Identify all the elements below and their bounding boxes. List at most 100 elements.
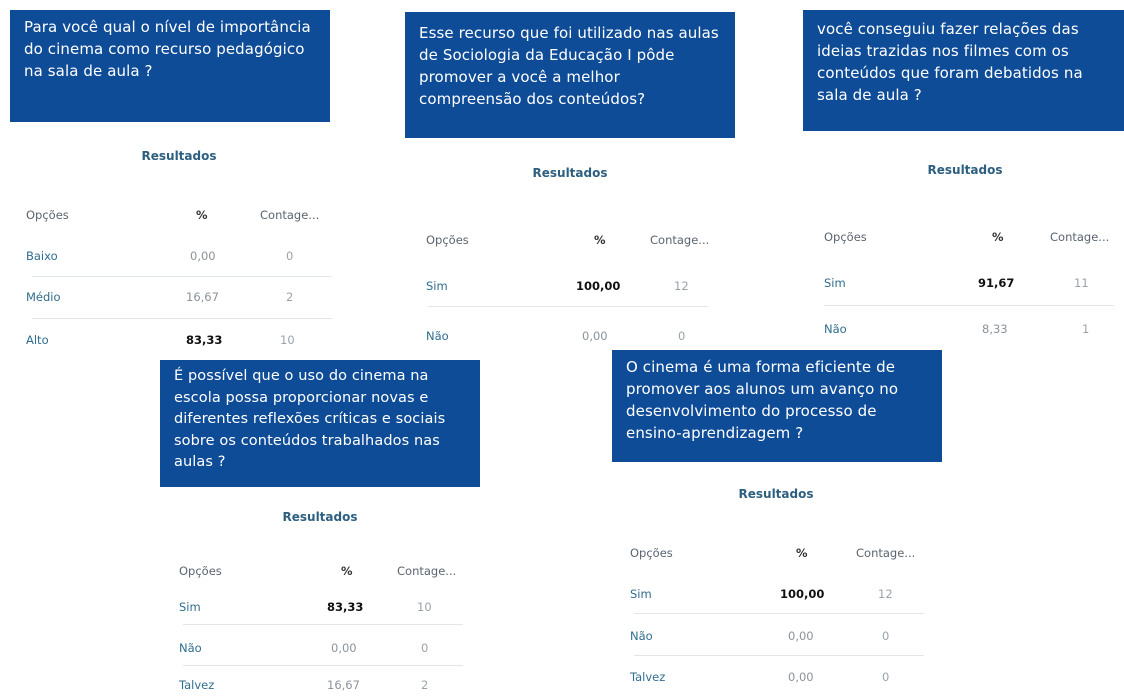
percent-value: 83,33 bbox=[186, 333, 223, 347]
results-title: Resultados bbox=[282, 510, 358, 524]
row-divider bbox=[824, 305, 1114, 306]
option-label: Talvez bbox=[630, 670, 666, 684]
header-count: Contage... bbox=[260, 208, 320, 222]
results-title: Resultados bbox=[738, 487, 814, 501]
header-percent: % bbox=[992, 230, 1004, 244]
percent-value: 91,67 bbox=[978, 276, 1015, 290]
table-row: Médio 16,67 2 bbox=[14, 290, 344, 310]
percent-value: 0,00 bbox=[788, 629, 814, 643]
header-count: Contage... bbox=[856, 546, 916, 560]
question-text: você conseguiu fazer relações das ideias… bbox=[817, 20, 1083, 104]
table-row: Alto 83,33 10 bbox=[14, 333, 344, 353]
option-label: Não bbox=[426, 329, 449, 343]
percent-value: 0,00 bbox=[190, 249, 216, 263]
option-label: Talvez bbox=[179, 678, 215, 692]
count-value: 12 bbox=[878, 587, 893, 601]
percent-value: 16,67 bbox=[186, 290, 219, 304]
table-header: Opções % Contage... bbox=[616, 546, 936, 566]
header-options: Opções bbox=[426, 233, 469, 247]
results-table: Resultados Opções % Contage... Baixo 0,0… bbox=[14, 125, 344, 360]
count-value: 0 bbox=[286, 249, 294, 263]
option-label: Não bbox=[630, 629, 653, 643]
table-header: Opções % Contage... bbox=[165, 564, 475, 584]
count-value: 2 bbox=[421, 678, 429, 692]
count-value: 10 bbox=[417, 600, 432, 614]
percent-value: 0,00 bbox=[331, 641, 357, 655]
table-row: Não 0,00 0 bbox=[165, 641, 475, 661]
results-table: Resultados Opções % Contage... Sim 100,0… bbox=[410, 140, 730, 350]
row-divider bbox=[634, 613, 924, 614]
question-box: O cinema é uma forma eficiente de promov… bbox=[612, 350, 942, 462]
row-divider bbox=[183, 624, 463, 625]
count-value: 12 bbox=[674, 279, 689, 293]
table-row: Talvez 16,67 2 bbox=[165, 678, 475, 698]
count-value: 2 bbox=[286, 290, 294, 304]
percent-value: 16,67 bbox=[327, 678, 360, 692]
row-divider bbox=[183, 665, 463, 666]
question-box: você conseguiu fazer relações das ideias… bbox=[803, 10, 1124, 131]
percent-value: 0,00 bbox=[788, 670, 814, 684]
question-box: É possível que o uso do cinema na escola… bbox=[160, 360, 480, 487]
header-count: Contage... bbox=[650, 233, 710, 247]
count-value: 0 bbox=[678, 329, 686, 343]
header-options: Opções bbox=[630, 546, 673, 560]
row-divider bbox=[32, 318, 332, 319]
table-row: Sim 83,33 10 bbox=[165, 600, 475, 620]
table-row: Sim 100,00 12 bbox=[410, 279, 730, 299]
table-row: Não 8,33 1 bbox=[806, 322, 1124, 342]
option-label: Sim bbox=[630, 587, 652, 601]
results-table: Resultados Opções % Contage... Sim 91,67… bbox=[806, 133, 1124, 348]
question-text: Esse recurso que foi utilizado nas aulas… bbox=[419, 24, 719, 108]
table-header: Opções % Contage... bbox=[14, 208, 344, 228]
header-percent: % bbox=[341, 564, 353, 578]
header-options: Opções bbox=[179, 564, 222, 578]
count-value: 11 bbox=[1074, 276, 1089, 290]
option-label: Não bbox=[824, 322, 847, 336]
header-percent: % bbox=[196, 208, 208, 222]
header-percent: % bbox=[594, 233, 606, 247]
option-label: Sim bbox=[426, 279, 448, 293]
header-options: Opções bbox=[26, 208, 69, 222]
percent-value: 83,33 bbox=[327, 600, 364, 614]
row-divider bbox=[428, 306, 708, 307]
count-value: 10 bbox=[280, 333, 295, 347]
count-value: 0 bbox=[882, 629, 890, 643]
percent-value: 8,33 bbox=[982, 322, 1008, 336]
table-row: Sim 91,67 11 bbox=[806, 276, 1124, 296]
table-row: Baixo 0,00 0 bbox=[14, 249, 344, 269]
count-value: 0 bbox=[882, 670, 890, 684]
results-table: Resultados Opções % Contage... Sim 100,0… bbox=[616, 463, 936, 693]
row-divider bbox=[32, 276, 332, 277]
question-box: Esse recurso que foi utilizado nas aulas… bbox=[405, 12, 735, 138]
table-row: Sim 100,00 12 bbox=[616, 587, 936, 607]
header-percent: % bbox=[796, 546, 808, 560]
percent-value: 0,00 bbox=[582, 329, 608, 343]
table-row: Não 0,00 0 bbox=[616, 629, 936, 649]
table-row: Talvez 0,00 0 bbox=[616, 670, 936, 690]
header-options: Opções bbox=[824, 230, 867, 244]
question-text: É possível que o uso do cinema na escola… bbox=[174, 368, 446, 470]
option-label: Baixo bbox=[26, 249, 58, 263]
header-count: Contage... bbox=[1050, 230, 1110, 244]
option-label: Sim bbox=[179, 600, 201, 614]
question-box: Para você qual o nível de importância do… bbox=[10, 10, 330, 122]
table-header: Opções % Contage... bbox=[806, 230, 1124, 250]
option-label: Alto bbox=[26, 333, 49, 347]
count-value: 0 bbox=[421, 641, 429, 655]
option-label: Não bbox=[179, 641, 202, 655]
percent-value: 100,00 bbox=[576, 279, 621, 293]
results-title: Resultados bbox=[927, 163, 1003, 177]
row-divider bbox=[634, 655, 924, 656]
question-text: O cinema é uma forma eficiente de promov… bbox=[626, 358, 899, 442]
question-text: Para você qual o nível de importância do… bbox=[24, 18, 311, 80]
option-label: Médio bbox=[26, 290, 61, 304]
table-row: Não 0,00 0 bbox=[410, 329, 730, 349]
count-value: 1 bbox=[1082, 322, 1090, 336]
option-label: Sim bbox=[824, 276, 846, 290]
percent-value: 100,00 bbox=[780, 587, 825, 601]
header-count: Contage... bbox=[397, 564, 457, 578]
results-title: Resultados bbox=[532, 166, 608, 180]
table-header: Opções % Contage... bbox=[410, 233, 730, 253]
results-table: Resultados Opções % Contage... Sim 83,33… bbox=[165, 488, 475, 693]
results-title: Resultados bbox=[141, 149, 217, 163]
